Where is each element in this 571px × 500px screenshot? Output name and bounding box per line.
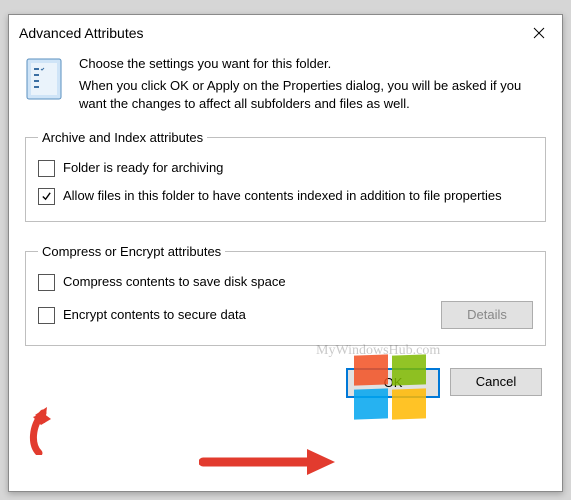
compress-checkbox-row: Compress contents to save disk space (38, 273, 533, 291)
titlebar: Advanced Attributes (9, 15, 562, 51)
compress-checkbox[interactable] (38, 274, 55, 291)
intro-text: Choose the settings you want for this fo… (79, 55, 546, 114)
intro-line-1: Choose the settings you want for this fo… (79, 55, 546, 73)
index-checkbox-row: Allow files in this folder to have conte… (38, 187, 533, 205)
encrypt-checkbox[interactable] (38, 307, 55, 324)
archive-checkbox-label[interactable]: Folder is ready for archiving (63, 159, 533, 177)
index-checkbox-label[interactable]: Allow files in this folder to have conte… (63, 187, 533, 205)
cancel-button[interactable]: Cancel (450, 368, 542, 396)
compress-checkbox-label[interactable]: Compress contents to save disk space (63, 273, 286, 291)
encrypt-checkbox-row: Encrypt contents to secure data Details (38, 301, 533, 329)
encrypt-checkbox-label[interactable]: Encrypt contents to secure data (63, 306, 246, 324)
compress-encrypt-legend: Compress or Encrypt attributes (38, 244, 225, 259)
folder-settings-icon (25, 57, 67, 104)
close-icon (533, 27, 545, 39)
archive-checkbox-row: Folder is ready for archiving (38, 159, 533, 177)
window-title: Advanced Attributes (19, 25, 144, 41)
button-bar: OK Cancel (25, 368, 546, 398)
compress-encrypt-group: Compress or Encrypt attributes Compress … (25, 244, 546, 346)
dialog-content: Choose the settings you want for this fo… (9, 51, 562, 410)
archive-checkbox[interactable] (38, 160, 55, 177)
close-button[interactable] (516, 15, 562, 51)
intro-section: Choose the settings you want for this fo… (25, 55, 546, 114)
annotation-arrow-icon (21, 405, 61, 455)
details-button[interactable]: Details (441, 301, 533, 329)
ok-button[interactable]: OK (346, 368, 440, 398)
annotation-arrow-icon (199, 447, 339, 477)
advanced-attributes-dialog: Advanced Attributes C (8, 14, 563, 492)
archive-index-legend: Archive and Index attributes (38, 130, 207, 145)
index-checkbox[interactable] (38, 188, 55, 205)
intro-line-2: When you click OK or Apply on the Proper… (79, 77, 546, 113)
archive-index-group: Archive and Index attributes Folder is r… (25, 130, 546, 222)
